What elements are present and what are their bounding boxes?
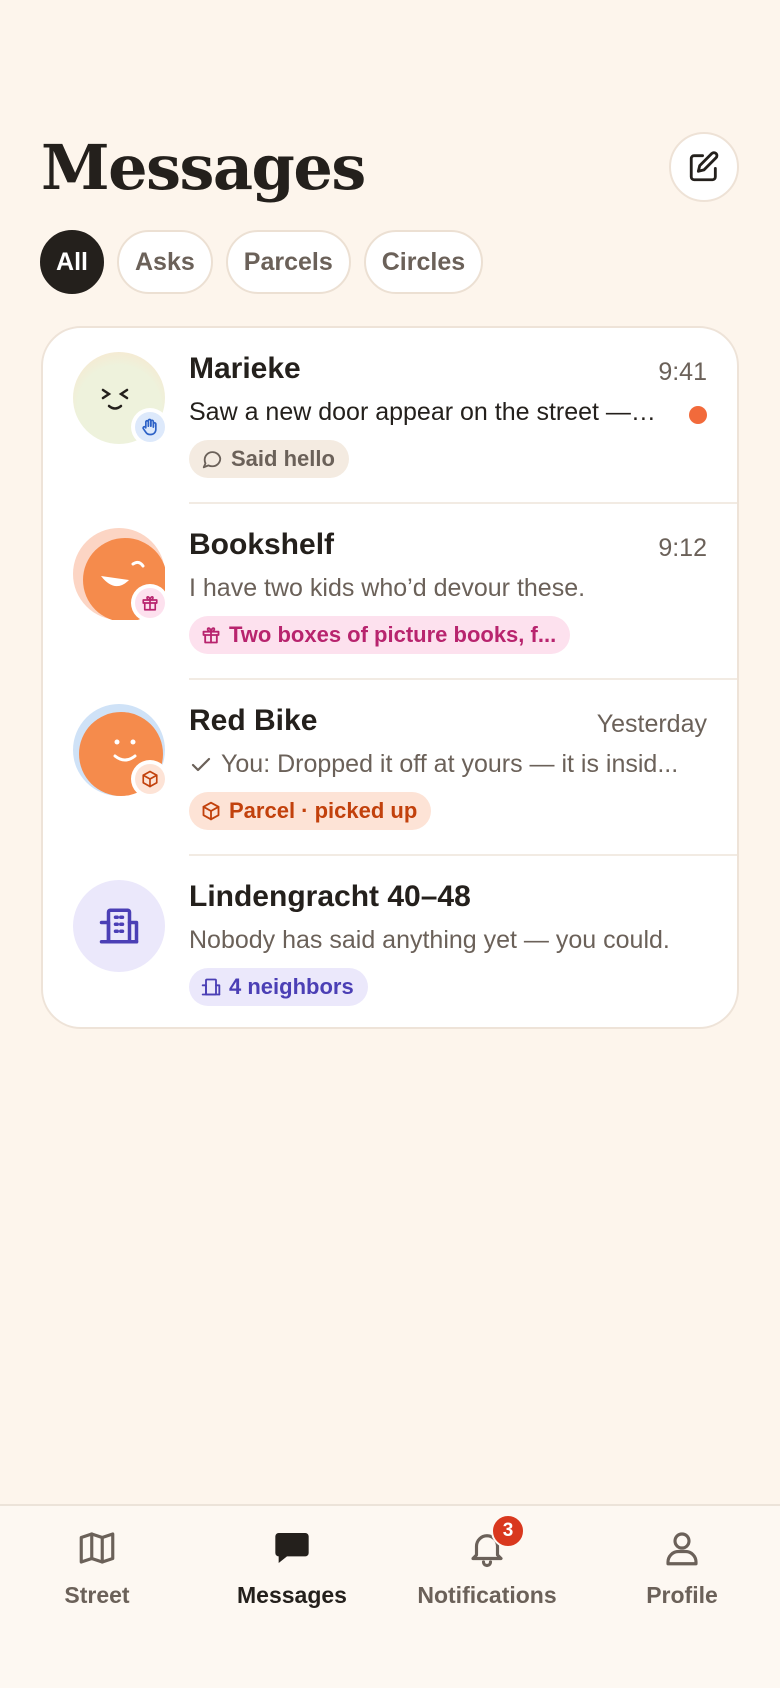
conversation-preview-line: You: Dropped it off at yours — it is ins… bbox=[189, 750, 709, 779]
building-icon bbox=[99, 908, 139, 944]
tag-gift: Two boxes of picture books, f... bbox=[189, 616, 571, 654]
unread-dot bbox=[689, 406, 707, 424]
conversation-time: 9:12 bbox=[658, 534, 707, 562]
conversation-row-bookshelf[interactable]: Bookshelf 9:12 I have two kids who’d dev… bbox=[43, 504, 737, 680]
tag-parcel: Parcel · picked up bbox=[189, 792, 432, 830]
nav-notifications[interactable]: 3 Notifications bbox=[397, 1514, 577, 1609]
conversation-preview: Nobody has said anything yet — you could… bbox=[189, 926, 670, 954]
checkmark-icon bbox=[191, 757, 211, 771]
conversation-preview: Saw a new door appear on the street —… bbox=[189, 398, 656, 426]
conversation-row-red-bike[interactable]: Red Bike Yesterday You: Dropped it off a… bbox=[43, 680, 737, 856]
filter-asks[interactable]: Asks bbox=[117, 230, 213, 294]
page-title: Messages bbox=[41, 131, 366, 204]
nav-label: Profile bbox=[646, 1582, 718, 1608]
conversation-name: Lindengracht 40–48 bbox=[189, 880, 471, 913]
tag-neighbors: 4 neighbors bbox=[189, 968, 368, 1006]
gift-icon bbox=[202, 627, 220, 644]
filter-all[interactable]: All bbox=[40, 230, 104, 294]
tag-label: Said hello bbox=[231, 446, 335, 471]
conversation-row-marieke[interactable]: Marieke 9:41 Saw a new door appear on th… bbox=[43, 328, 737, 504]
nav-profile[interactable]: Profile bbox=[592, 1526, 772, 1609]
map-icon bbox=[75, 1526, 119, 1570]
avatar bbox=[73, 704, 169, 798]
compose-button[interactable] bbox=[669, 132, 739, 202]
nav-street[interactable]: Street bbox=[7, 1526, 187, 1609]
badge bbox=[131, 408, 169, 446]
conversation-preview: You: Dropped it off at yours — it is ins… bbox=[221, 750, 679, 778]
filter-chips: All Asks Parcels Circles bbox=[40, 230, 484, 294]
gift-icon bbox=[142, 596, 158, 611]
nav-label: Messages bbox=[237, 1582, 347, 1608]
avatar bbox=[73, 880, 165, 972]
building-icon bbox=[201, 978, 221, 996]
filter-circles[interactable]: Circles bbox=[363, 230, 484, 294]
tag-said-hello: Said hello bbox=[189, 440, 349, 478]
conversation-time: Yesterday bbox=[596, 710, 707, 738]
filter-parcels[interactable]: Parcels bbox=[225, 230, 351, 294]
pencil-square-icon bbox=[689, 151, 719, 182]
person-icon bbox=[660, 1526, 704, 1570]
nav-label: Notifications bbox=[417, 1582, 557, 1608]
package-icon bbox=[202, 801, 220, 821]
conversation-list: Marieke 9:41 Saw a new door appear on th… bbox=[41, 326, 739, 1029]
conversation-time: 9:41 bbox=[658, 358, 707, 386]
avatar bbox=[73, 528, 169, 622]
chat-bubble-icon bbox=[270, 1526, 314, 1570]
bell-icon: 3 bbox=[465, 1514, 525, 1570]
conversation-name: Red Bike bbox=[189, 704, 318, 737]
tag-label: Parcel · picked up bbox=[229, 798, 418, 823]
conversation-name: Bookshelf bbox=[189, 528, 335, 561]
nav-messages[interactable]: Messages bbox=[202, 1526, 382, 1609]
notification-count-badge: 3 bbox=[491, 1514, 525, 1548]
speech-bubble-icon bbox=[202, 451, 222, 469]
tag-label: 4 neighbors bbox=[229, 974, 354, 999]
conversation-preview: I have two kids who’d devour these. bbox=[189, 574, 586, 602]
wave-hand-icon bbox=[142, 418, 157, 436]
conversation-row-lindengracht[interactable]: Lindengracht 40–48 Nobody has said anyth… bbox=[43, 856, 737, 1027]
avatar bbox=[73, 352, 169, 446]
badge bbox=[131, 760, 169, 798]
nav-label: Street bbox=[64, 1582, 130, 1608]
bottom-nav: Street Messages 3 Notifications Profile bbox=[0, 1504, 780, 1688]
tag-label: Two boxes of picture books, f... bbox=[229, 622, 557, 647]
package-icon bbox=[142, 770, 158, 788]
conversation-name: Marieke bbox=[189, 352, 301, 385]
page-header: Messages bbox=[41, 128, 739, 208]
badge bbox=[131, 584, 169, 622]
